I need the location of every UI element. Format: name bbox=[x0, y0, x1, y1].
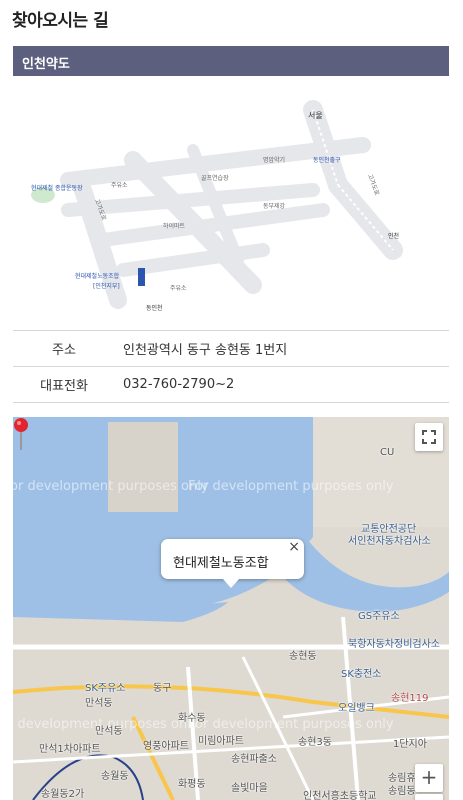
label-incheon: 인천 bbox=[388, 232, 399, 240]
map-place-songhyeon: 송현동 bbox=[289, 651, 317, 662]
map-place-gs[interactable]: GS주유소 bbox=[358, 607, 400, 622]
section-header: 인천약도 bbox=[13, 46, 449, 76]
section-title: 인천약도 bbox=[22, 57, 70, 72]
map-place-seohung[interactable]: 인천서흥초등학교 bbox=[303, 787, 377, 800]
map-place-mirim: 미림아파트 bbox=[198, 736, 244, 747]
map-place-sk-charge[interactable]: SK충전소 bbox=[341, 665, 382, 680]
label-gas-2: 주유소 bbox=[170, 285, 187, 292]
label-hyundai-complex: 현대제철 종합운동장 bbox=[31, 184, 83, 192]
page-title: 찾아오시는 길 bbox=[12, 11, 109, 31]
map-place-manseok: 만석동 bbox=[85, 698, 113, 709]
watermark: For development purposes only bbox=[13, 479, 209, 494]
table-row: 대표전화 032-760-2790~2 bbox=[13, 366, 449, 403]
map-place-hwapyeong: 화평동 bbox=[178, 779, 206, 790]
watermark: For development purposes only bbox=[188, 717, 394, 732]
phone-label: 대표전화 bbox=[40, 379, 88, 394]
zoom-in-button[interactable]: + bbox=[415, 764, 443, 792]
info-window-title: 현대제철노동조합 bbox=[173, 556, 269, 571]
phone-value: 032-760-2790~2 bbox=[123, 377, 235, 392]
label-union-a: 현대제철노동조합 bbox=[75, 272, 120, 280]
label-pharmacy: 명암약기 bbox=[263, 156, 285, 164]
info-window-tail bbox=[223, 579, 239, 588]
label-seoul: 서울 bbox=[308, 111, 323, 120]
map-place-manseok-apt: 만석1차아파트 bbox=[39, 744, 101, 755]
map-place-songhyeon-police[interactable]: 송현파출소 bbox=[231, 750, 277, 765]
close-icon[interactable]: × bbox=[288, 539, 300, 555]
map-place-dong-gu: 동구 bbox=[153, 683, 172, 694]
map-place-danji: 1단지아 bbox=[393, 739, 427, 750]
map-place-songnim-dong: 송림동 bbox=[388, 786, 416, 797]
label-himart: 하이마트 bbox=[163, 222, 186, 230]
map-place-cu[interactable]: CU bbox=[380, 447, 394, 458]
label-golf: 골프연습장 bbox=[201, 174, 229, 182]
contact-table: 주소 인천광역시 동구 송현동 1번지 대표전화 032-760-2790~2 bbox=[13, 330, 449, 403]
route-map-illustration: 서울 동인천출구 골프연습장 명암약기 주유소 주유소 현대제철 종합운동장 하… bbox=[13, 90, 449, 320]
label-dongincheon-exit: 동인천출구 bbox=[313, 156, 341, 164]
map-place-hwasu: 화수동 bbox=[178, 713, 206, 724]
map-place-yeongpung: 영풍아파트 bbox=[143, 741, 189, 752]
map-place-traffic-b[interactable]: 서인천자동차검사소 bbox=[348, 532, 431, 547]
address-label: 주소 bbox=[52, 343, 76, 358]
google-map[interactable]: For development purposes only For develo… bbox=[13, 417, 449, 800]
map-place-songwol-2: 송월동2가 bbox=[41, 789, 85, 800]
fullscreen-button[interactable] bbox=[415, 423, 443, 451]
label-dongincheon: 동인천 bbox=[146, 304, 163, 312]
watermark: For development purposes only bbox=[188, 479, 394, 494]
label-union-b: [인천지부] bbox=[93, 282, 120, 290]
map-pin-icon[interactable] bbox=[13, 417, 29, 451]
label-gas-1: 주유소 bbox=[111, 182, 128, 189]
map-place-songhyeon3: 송현3동 bbox=[298, 737, 332, 748]
label-dongbu: 동부제강 bbox=[263, 202, 286, 210]
fullscreen-icon bbox=[422, 430, 436, 444]
map-place-songwol: 송월동 bbox=[101, 771, 129, 782]
map-place-oilbank[interactable]: 오일뱅크 bbox=[338, 699, 375, 714]
map-info-window: 현대제철노동조합 × bbox=[161, 539, 304, 579]
map-place-sk-gas[interactable]: SK주유소 bbox=[85, 679, 126, 694]
table-row: 주소 인천광역시 동구 송현동 1번지 bbox=[13, 330, 449, 367]
map-place-songhyeon119[interactable]: 송현119 bbox=[391, 689, 429, 704]
map-place-solbit: 솔빛마을 bbox=[231, 783, 268, 794]
map-place-bukhang[interactable]: 북항자동차정비검사소 bbox=[348, 635, 440, 650]
zoom-out-button[interactable]: − bbox=[415, 794, 443, 800]
address-value: 인천광역시 동구 송현동 1번지 bbox=[123, 343, 288, 358]
map-place-manseok-2: 만석동 bbox=[95, 726, 123, 737]
